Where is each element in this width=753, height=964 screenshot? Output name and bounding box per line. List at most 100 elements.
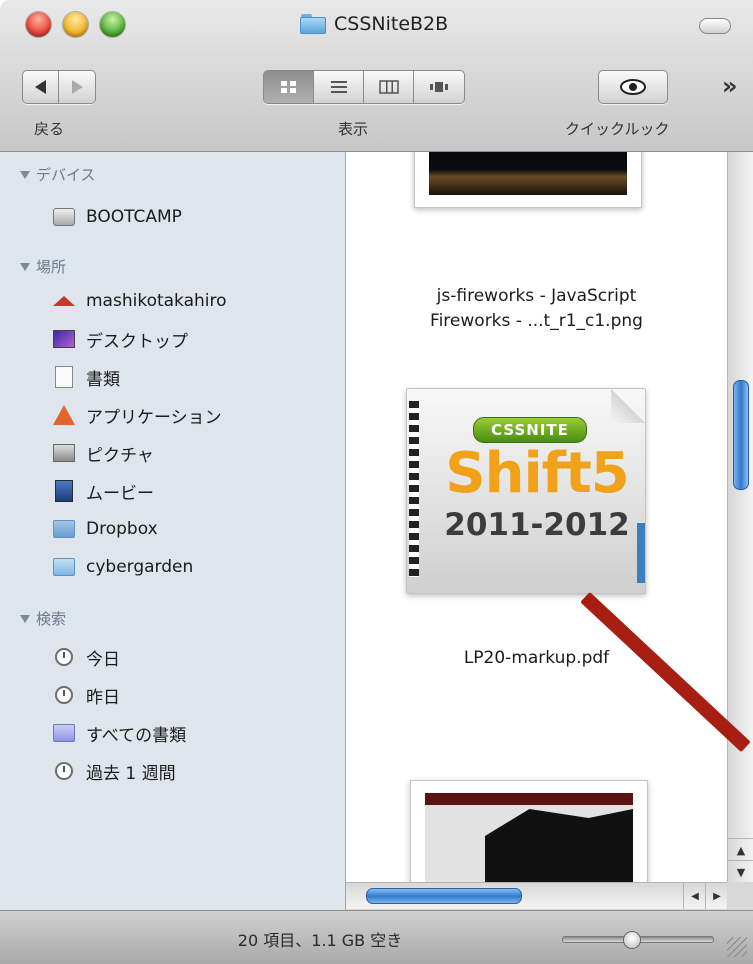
sidebar-item-bootcamp[interactable]: BOOTCAMP	[52, 202, 182, 232]
file-name-line: js-fireworks - JavaScript	[436, 286, 637, 306]
sidebar-item-today[interactable]: 今日	[52, 642, 120, 672]
sidebar-header-label: 検索	[36, 610, 67, 628]
toolbar-toggle-button[interactable]	[699, 18, 731, 34]
sidebar-item-past-week[interactable]: 過去 1 週間	[52, 756, 176, 786]
sidebar-item-label: cybergarden	[86, 557, 194, 577]
sidebar-item-all-documents[interactable]: すべての書類	[52, 718, 186, 748]
sidebar-header-places[interactable]: 場所	[20, 256, 66, 277]
icon-size-slider[interactable]	[562, 931, 714, 949]
sidebar-item-label: ピクチャ	[86, 445, 154, 466]
forward-arrow-icon	[71, 80, 83, 94]
sidebar-item-label: 今日	[86, 649, 120, 670]
sidebar-header-devices[interactable]: デバイス	[20, 164, 96, 185]
toolbar-overflow-button[interactable]: »	[722, 72, 738, 100]
fireworks-image	[429, 152, 627, 195]
scroll-up-button[interactable]: ▲	[728, 838, 753, 861]
sidebar-item-label: Dropbox	[86, 519, 158, 539]
back-arrow-icon	[35, 80, 46, 94]
back-forward-control	[22, 70, 96, 104]
disclosure-triangle-icon	[20, 614, 30, 623]
icon-view-button[interactable]	[264, 71, 314, 103]
vertical-scrollbar[interactable]: ▲ ▼	[727, 152, 753, 882]
disk-icon	[52, 206, 76, 228]
eye-icon	[620, 79, 646, 95]
window-title: CSSNiteB2B	[300, 13, 448, 35]
view-mode-control	[263, 70, 465, 104]
clock-icon	[52, 684, 76, 706]
column-view-icon	[378, 80, 399, 94]
sidebar-header-label: 場所	[36, 258, 67, 276]
scroll-left-button[interactable]: ◀	[683, 883, 706, 909]
status-bar: 20 項目、1.1 GB 空き	[0, 910, 753, 964]
sidebar-item-applications[interactable]: アプリケーション	[52, 400, 222, 430]
binding-spiral	[409, 401, 419, 577]
icon-view-icon	[280, 81, 296, 93]
web-screenshot-image	[425, 793, 633, 882]
sidebar-item-label: mashikotakahiro	[86, 291, 227, 311]
file-thumbnail-fireworks[interactable]	[414, 152, 642, 208]
folder-icon	[300, 14, 326, 34]
coverflow-view-button[interactable]	[414, 71, 464, 103]
clock-icon	[52, 760, 76, 782]
view-label: 表示	[338, 120, 369, 138]
file-browser: js-fireworks - JavaScript Fireworks - ..…	[346, 152, 727, 882]
sidebar: デバイス BOOTCAMP 場所 mashikotakahiro デスクトップ …	[0, 152, 346, 912]
horizontal-scrollbar[interactable]: ◀ ▶	[346, 882, 727, 909]
quicklook-button[interactable]	[599, 71, 667, 103]
movies-icon	[52, 480, 76, 502]
sidebar-item-yesterday[interactable]: 昨日	[52, 680, 120, 710]
resize-grip-icon[interactable]	[727, 937, 747, 957]
pictures-icon	[52, 442, 76, 464]
sidebar-item-pictures[interactable]: ピクチャ	[52, 438, 154, 468]
sidebar-item-documents[interactable]: 書類	[52, 362, 120, 392]
quicklook-label: クイックルック	[565, 120, 670, 138]
smart-folder-icon	[52, 722, 76, 744]
list-view-icon	[330, 81, 347, 93]
scroll-down-button[interactable]: ▼	[728, 860, 753, 883]
list-view-button[interactable]	[314, 71, 364, 103]
sidebar-item-label: デスクトップ	[86, 331, 188, 352]
quicklook-button-frame	[598, 70, 668, 104]
sidebar-item-label: アプリケーション	[86, 407, 222, 428]
toolbar: CSSNiteB2B 戻る 表示 クイックルック »	[0, 0, 753, 152]
page-curl	[611, 389, 645, 423]
sidebar-item-home[interactable]: mashikotakahiro	[52, 286, 227, 316]
window-controls	[26, 12, 125, 37]
back-button[interactable]	[23, 71, 59, 103]
sidebar-item-label: 書類	[86, 369, 120, 390]
file-name-fireworks[interactable]: js-fireworks - JavaScript Fireworks - ..…	[346, 284, 727, 333]
thumbnail-years: 2011-2012	[444, 507, 630, 543]
zoom-button[interactable]	[100, 12, 125, 37]
sidebar-item-dropbox[interactable]: Dropbox	[52, 514, 158, 544]
back-label: 戻る	[34, 120, 65, 138]
page-edge	[637, 523, 645, 583]
finder-window: CSSNiteB2B 戻る 表示 クイックルック » デバイス BOOTCAMP…	[0, 0, 753, 964]
applications-icon	[52, 404, 76, 426]
horizontal-scroll-thumb[interactable]	[366, 888, 522, 904]
desktop-icon	[52, 328, 76, 350]
sidebar-item-label: BOOTCAMP	[86, 207, 182, 227]
close-button[interactable]	[26, 12, 51, 37]
sidebar-header-search[interactable]: 検索	[20, 608, 66, 629]
sidebar-item-movies[interactable]: ムービー	[52, 476, 154, 506]
disclosure-triangle-icon	[20, 262, 30, 271]
forward-button[interactable]	[59, 71, 95, 103]
sidebar-item-label: ムービー	[86, 483, 154, 504]
cssnite-logo-badge: CSSNITE	[473, 417, 587, 443]
scroll-right-button[interactable]: ▶	[705, 883, 728, 909]
disclosure-triangle-icon	[20, 170, 30, 179]
file-thumbnail-pdf[interactable]: CSSNITE Shift5 2011-2012	[406, 388, 646, 594]
thumbnail-title: Shift5	[445, 441, 630, 506]
vertical-scroll-thumb[interactable]	[733, 380, 749, 490]
sidebar-item-desktop[interactable]: デスクトップ	[52, 324, 188, 354]
clock-icon	[52, 646, 76, 668]
sidebar-item-cybergarden[interactable]: cybergarden	[52, 552, 193, 582]
column-view-button[interactable]	[364, 71, 414, 103]
home-icon	[52, 290, 76, 312]
status-text: 20 項目、1.1 GB 空き	[237, 931, 403, 950]
minimize-button[interactable]	[63, 12, 88, 37]
file-thumbnail-web[interactable]	[410, 780, 648, 882]
documents-icon	[52, 366, 76, 388]
sidebar-header-label: デバイス	[36, 166, 96, 184]
coverflow-view-icon	[430, 82, 448, 92]
